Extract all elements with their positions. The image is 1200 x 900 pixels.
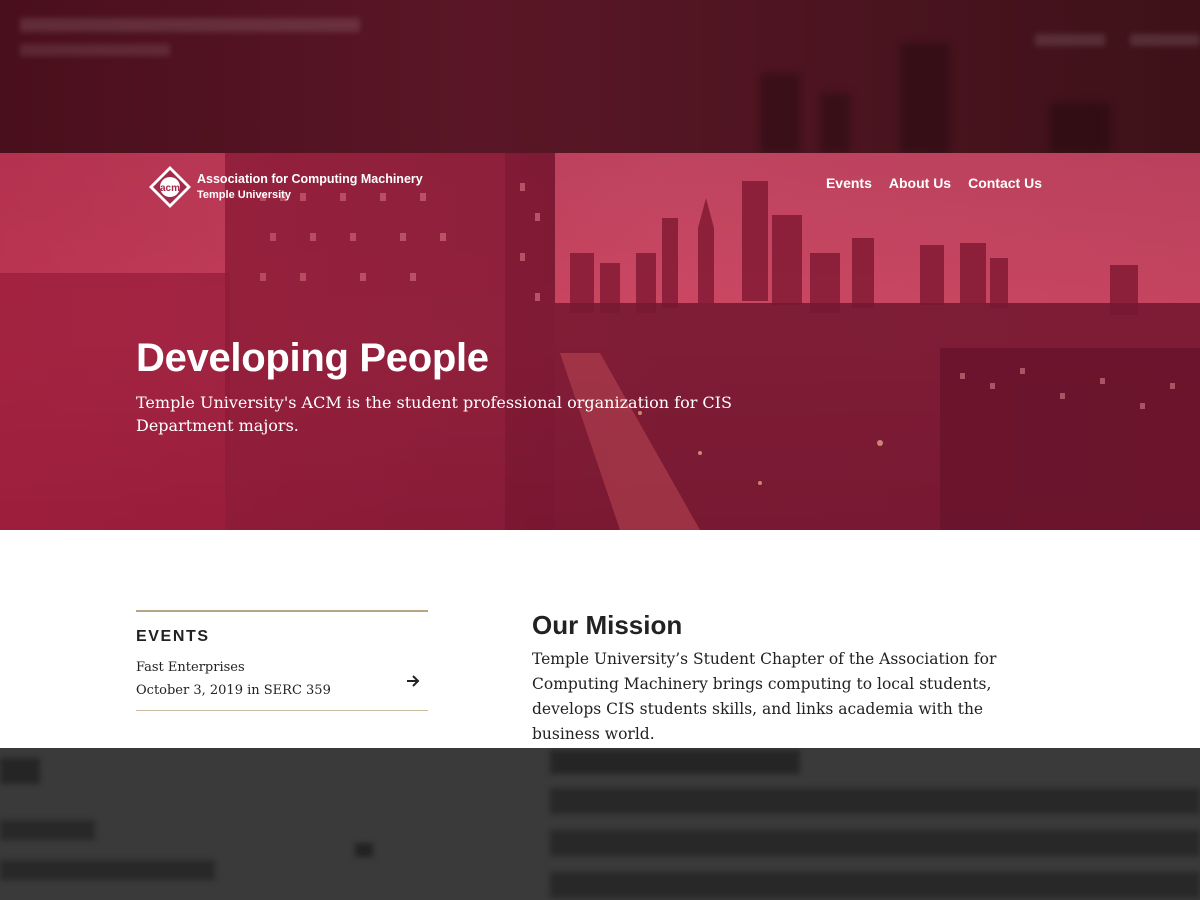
nav-about-us[interactable]: About Us xyxy=(889,175,951,191)
blurred-backdrop-bottom xyxy=(0,748,1200,900)
org-name: Association for Computing Machinery xyxy=(197,172,423,186)
events-heading: EVENTS xyxy=(136,628,210,645)
event-name: Fast Enterprises xyxy=(136,660,245,675)
university-name: Temple University xyxy=(197,189,291,201)
arrow-right-icon[interactable] xyxy=(406,674,420,688)
events-panel: EVENTS Fast Enterprises October 3, 2019 … xyxy=(136,610,428,711)
nav-contact-us[interactable]: Contact Us xyxy=(968,175,1042,191)
mission-heading: Our Mission xyxy=(532,610,683,640)
event-date: October 3, 2019 in SERC 359 xyxy=(136,683,331,698)
site-brand[interactable]: acm Association for Computing Machinery … xyxy=(148,165,423,209)
event-item[interactable]: Fast Enterprises October 3, 2019 in SERC… xyxy=(136,660,428,711)
nav-events[interactable]: Events xyxy=(826,175,872,191)
hero-subtitle: Temple University's ACM is the student p… xyxy=(136,393,732,435)
main-nav: Events About Us Contact Us xyxy=(826,175,1042,191)
acm-logo-icon: acm xyxy=(149,166,191,208)
page-card: acm Association for Computing Machinery … xyxy=(0,153,1200,748)
hero-title: Developing People xyxy=(136,336,489,380)
mission-section: Our Mission Temple University’s Student … xyxy=(532,610,1052,747)
blurred-backdrop-top xyxy=(0,0,1200,153)
mission-text: Temple University’s Student Chapter of t… xyxy=(532,650,997,743)
hero-banner: acm Association for Computing Machinery … xyxy=(0,153,1200,530)
logo-text: acm xyxy=(160,183,180,194)
